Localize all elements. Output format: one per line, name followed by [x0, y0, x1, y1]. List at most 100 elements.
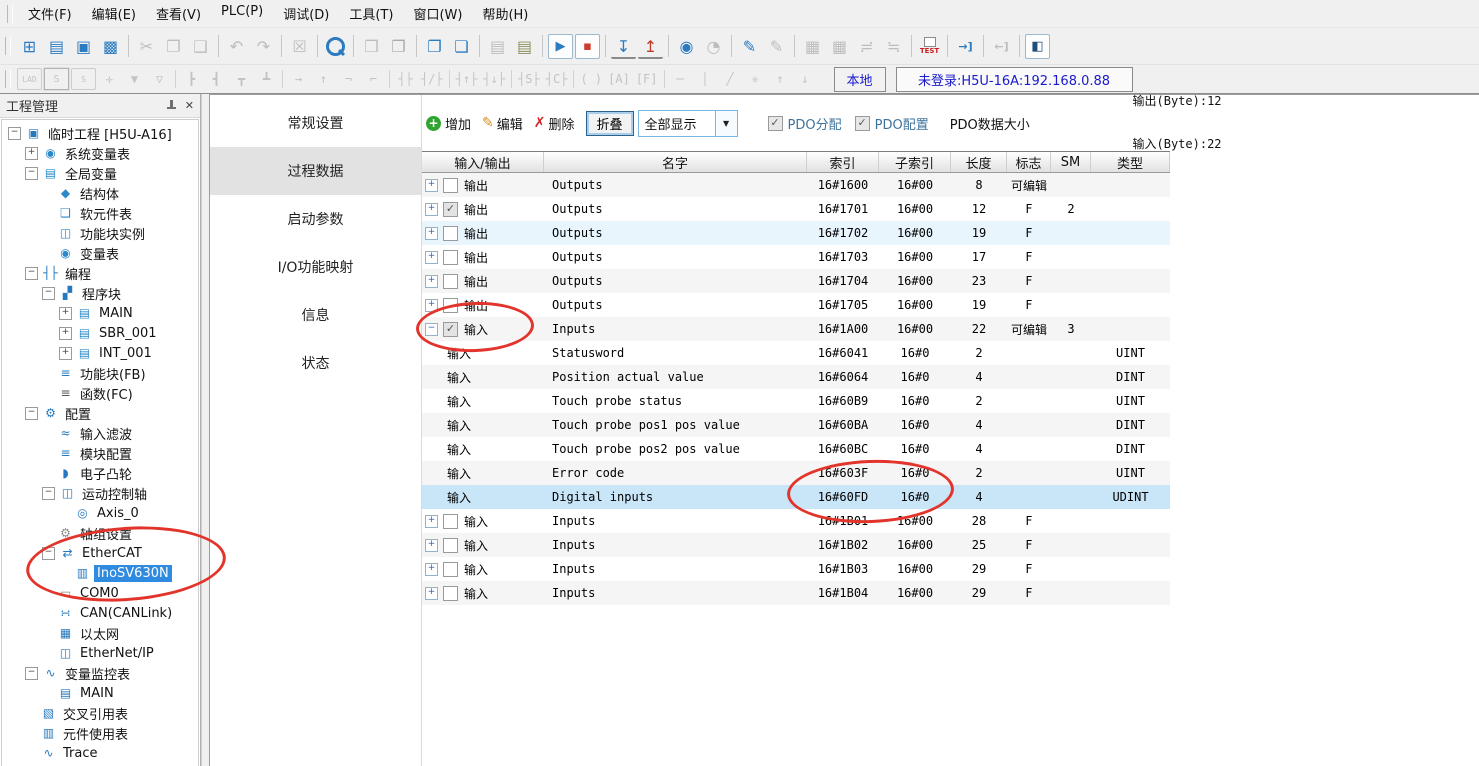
row-checkbox[interactable]	[443, 298, 458, 313]
display-filter-dropdown[interactable]: 全部显示 ▼	[638, 110, 738, 137]
ladder-tool-[interactable]: ┤/├	[419, 69, 445, 89]
row-checkbox[interactable]	[443, 178, 458, 193]
tree-item-[interactable]: ▧交叉引用表	[2, 703, 198, 723]
ladder-tool-[interactable]: ⌐	[362, 69, 385, 89]
column-header-0[interactable]: 输入/输出	[422, 152, 544, 172]
column-header-4[interactable]: 长度	[951, 152, 1007, 172]
table-row-166064[interactable]: 输入Position actual value16#606416#04DINT	[422, 365, 1170, 389]
panel-splitter[interactable]	[201, 94, 210, 766]
column-header-3[interactable]: 子索引	[879, 152, 951, 172]
tree-item-[interactable]: ◗电子凸轮	[2, 463, 198, 483]
upload-from-plc-icon[interactable]: ↥	[638, 36, 663, 59]
tree-item-fc[interactable]: ≡函数(FC)	[2, 383, 198, 403]
tree-item-com0[interactable]: ▭COM0	[2, 583, 198, 603]
expand-node-icon[interactable]: +	[25, 147, 38, 160]
expand-row-icon[interactable]: +	[425, 299, 438, 312]
delete-icon[interactable]: ☒	[287, 34, 312, 59]
ladder-tool-[interactable]: ( )	[578, 69, 604, 89]
pin-icon[interactable]	[166, 100, 177, 111]
close-icon[interactable]: ✕	[185, 99, 194, 112]
table-row-161B02[interactable]: +输入Inputs16#1B0216#0025F	[422, 533, 1170, 557]
expand-node-icon[interactable]: +	[59, 327, 72, 340]
print-icon[interactable]: ❒	[386, 34, 411, 59]
menu-item-v[interactable]: 查看(V)	[146, 1, 211, 26]
collapse-node-icon[interactable]: −	[25, 167, 38, 180]
ladder-tool-[interactable]: ¬	[337, 69, 360, 89]
tree-item-axis0[interactable]: ◎Axis_0	[2, 503, 198, 523]
tree-item-h5ua16[interactable]: −▣临时工程 [H5U-A16]	[2, 123, 198, 143]
monitor-icon[interactable]: ◉	[674, 34, 699, 59]
row-checkbox[interactable]: ✓	[443, 322, 458, 337]
collapse-node-icon[interactable]: −	[42, 487, 55, 500]
ladder-tool-[interactable]: ┤├	[394, 69, 417, 89]
ladder-tool-C[interactable]: ┤C├	[544, 69, 570, 89]
column-header-6[interactable]: SM	[1051, 152, 1091, 172]
row-checkbox[interactable]	[443, 250, 458, 265]
tree-item-main[interactable]: ▤MAIN	[2, 683, 198, 703]
expand-node-icon[interactable]: +	[59, 307, 72, 320]
print-preview-icon[interactable]: ❒	[359, 34, 384, 59]
tree-item-main[interactable]: +▤MAIN	[2, 303, 198, 323]
table-row-161704[interactable]: +输出Outputs16#170416#0023F	[422, 269, 1170, 293]
collapse-node-icon[interactable]: −	[25, 267, 38, 280]
expand-row-icon[interactable]: +	[425, 563, 438, 576]
expand-row-icon[interactable]: +	[425, 227, 438, 240]
save-icon[interactable]: ▣	[71, 34, 96, 59]
tab-[interactable]: 过程数据	[210, 147, 421, 195]
collapse-node-icon[interactable]: −	[42, 547, 55, 560]
ladder-tool-[interactable]: ┣	[180, 69, 203, 89]
row-checkbox[interactable]	[443, 226, 458, 241]
row-checkbox[interactable]: ✓	[443, 202, 458, 217]
download-to-plc-icon[interactable]: ↧	[611, 36, 636, 59]
ladder-tool-[interactable]: ─	[669, 69, 692, 89]
tree-item-[interactable]: ▥元件使用表	[2, 723, 198, 743]
tree-item-ethercat[interactable]: −⇄EtherCAT	[2, 543, 198, 563]
ladder-tool-S[interactable]: S	[71, 68, 96, 90]
tree-item-[interactable]: −◫运动控制轴	[2, 483, 198, 503]
ladder-tool-S[interactable]: S	[44, 68, 69, 90]
tree-item-inosv630n[interactable]: ▥InoSV630N	[2, 563, 198, 583]
menu-item-d[interactable]: 调试(D)	[273, 1, 339, 26]
tree-item-cancanlink[interactable]: ∺CAN(CANLink)	[2, 603, 198, 623]
ladder-tool-F[interactable]: [F]	[634, 69, 660, 89]
ladder-tool-[interactable]: ▽	[148, 69, 171, 89]
edit-button[interactable]: ✎ 编辑	[482, 114, 523, 133]
menu-item-t[interactable]: 工具(T)	[339, 1, 403, 26]
collapse-row-icon[interactable]: −	[425, 323, 438, 336]
table-row-161A00[interactable]: −✓输入Inputs16#1A0016#0022可编辑3	[422, 317, 1170, 341]
row-checkbox[interactable]	[443, 586, 458, 601]
matrix-delete-icon[interactable]: ▦	[827, 34, 852, 59]
table-row-1660BC[interactable]: 输入Touch probe pos2 pos value16#60BC16#04…	[422, 437, 1170, 461]
ladder-tool-[interactable]: ↑	[769, 69, 792, 89]
tree-item-[interactable]: ❑软元件表	[2, 203, 198, 223]
tab-[interactable]: 信息	[210, 291, 421, 339]
collapse-node-icon[interactable]: −	[25, 407, 38, 420]
table-row-1660BA[interactable]: 输入Touch probe pos1 pos value16#60BA16#04…	[422, 413, 1170, 437]
ladder-tool-[interactable]: ┤↓├	[481, 69, 507, 89]
table-row-161600[interactable]: +输出Outputs16#160016#008可编辑	[422, 173, 1170, 197]
table-row-161703[interactable]: +输出Outputs16#170316#0017F	[422, 245, 1170, 269]
row-checkbox[interactable]	[443, 514, 458, 529]
tree-item-[interactable]: −┤├编程	[2, 263, 198, 283]
run-icon[interactable]: ▶	[548, 34, 573, 59]
tree-item-fb[interactable]: ≡功能块(FB)	[2, 363, 198, 383]
row-checkbox[interactable]	[443, 274, 458, 289]
column-header-2[interactable]: 索引	[807, 152, 879, 172]
document-check-icon[interactable]: ▤	[485, 34, 510, 59]
table-row-161B04[interactable]: +输入Inputs16#1B0416#0029F	[422, 581, 1170, 605]
expand-row-icon[interactable]: +	[425, 515, 438, 528]
menu-item-plcp[interactable]: PLC(P)	[211, 1, 273, 26]
ladder-tool-[interactable]: ↑	[312, 69, 335, 89]
collapse-node-icon[interactable]: −	[8, 127, 21, 140]
expand-row-icon[interactable]: +	[425, 179, 438, 192]
ladder-tool-[interactable]: ╱	[719, 69, 742, 89]
table-row-161705[interactable]: +输出Outputs16#170516#0019F	[422, 293, 1170, 317]
row-checkbox[interactable]	[443, 538, 458, 553]
row-checkbox[interactable]	[443, 562, 458, 577]
local-mode-button[interactable]: 本地	[834, 67, 886, 92]
expand-row-icon[interactable]: +	[425, 587, 438, 600]
cascade-windows-icon[interactable]: ❐	[422, 34, 447, 59]
table-row-161B03[interactable]: +输入Inputs16#1B0316#0029F	[422, 557, 1170, 581]
new-file-icon[interactable]: ⊞	[17, 34, 42, 59]
tree-item-[interactable]: ◉变量表	[2, 243, 198, 263]
